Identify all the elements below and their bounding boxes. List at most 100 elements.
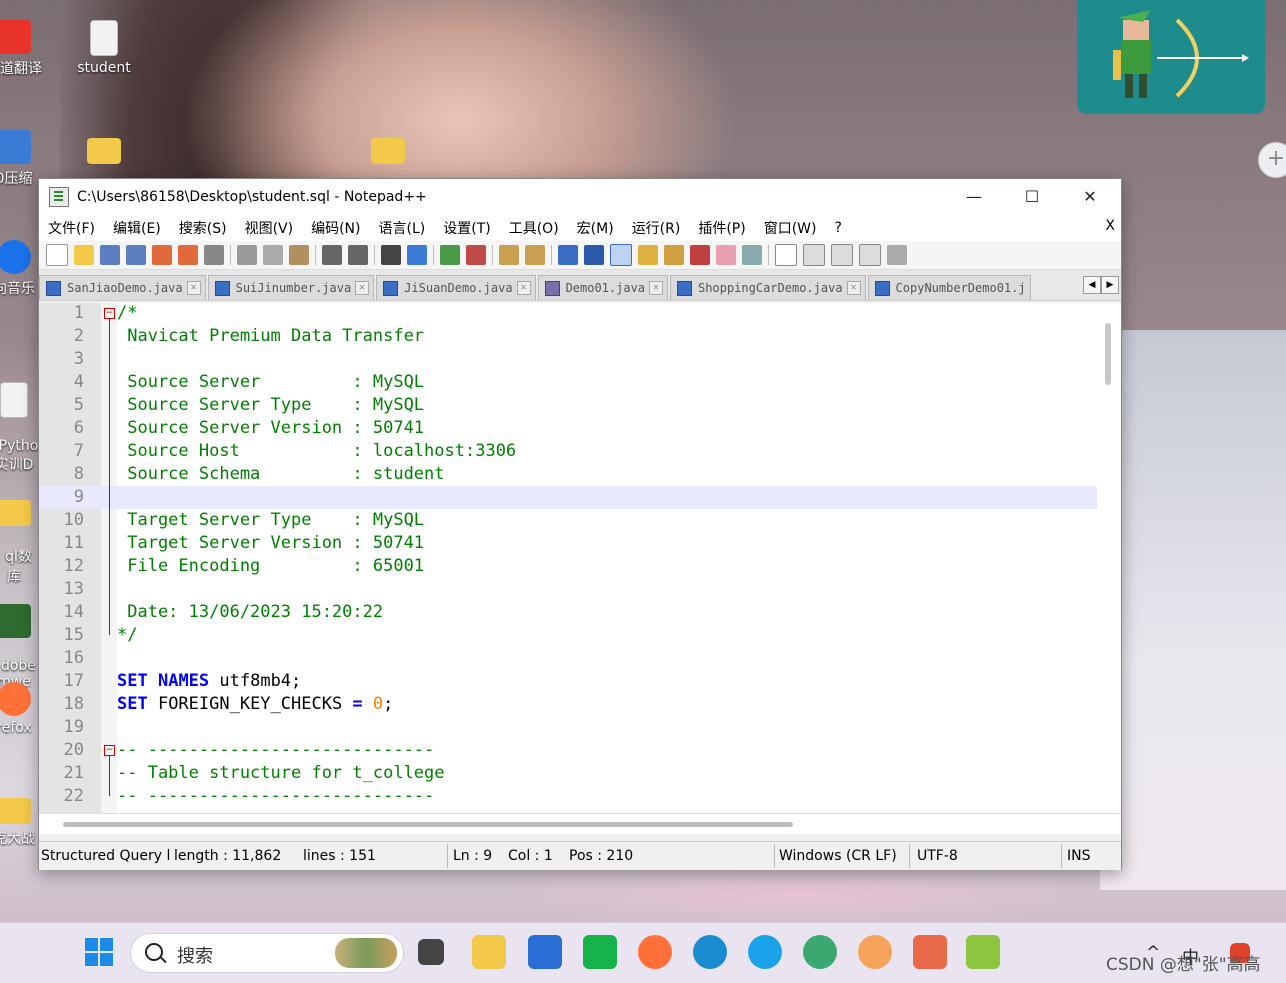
- menu-macro[interactable]: 宏(M): [577, 218, 614, 238]
- menu-edit[interactable]: 编辑(E): [113, 218, 161, 238]
- copy-icon[interactable]: [263, 245, 283, 265]
- document-map-icon[interactable]: [664, 245, 684, 265]
- run-macro-multiple-icon[interactable]: [859, 244, 881, 266]
- code-line[interactable]: 9: [39, 486, 1097, 509]
- tab-copynumberdemo01[interactable]: CopyNumberDemo01.j: [867, 275, 1031, 300]
- tab-scroll-left-button[interactable]: ◀: [1083, 276, 1101, 294]
- save-icon[interactable]: [100, 245, 120, 265]
- save-all-icon[interactable]: [126, 245, 146, 265]
- print-icon[interactable]: [204, 245, 224, 265]
- taskbar-search-box[interactable]: 搜索: [130, 933, 404, 973]
- code-line[interactable]: 16: [39, 647, 1097, 670]
- play-macro-icon[interactable]: [831, 244, 853, 266]
- code-line[interactable]: 14 Date: 13/06/2023 15:20:22: [39, 601, 1097, 624]
- stop-macro-icon[interactable]: [803, 244, 825, 266]
- code-line[interactable]: 20 -- ----------------------------: [39, 739, 1097, 762]
- horizontal-scroll-thumb[interactable]: [63, 822, 793, 827]
- code-line[interactable]: 7 Source Host : localhost:3306: [39, 440, 1097, 463]
- word-wrap-icon[interactable]: [558, 245, 578, 265]
- close-document-button[interactable]: X: [1105, 218, 1115, 234]
- edge-icon[interactable]: [693, 935, 727, 969]
- close-all-icon[interactable]: [178, 245, 198, 265]
- code-line[interactable]: 3: [39, 348, 1097, 371]
- code-line[interactable]: 5 Source Server Type : MySQL: [39, 394, 1097, 417]
- start-windows-icon[interactable]: [82, 935, 116, 969]
- wechat-store-icon[interactable]: [583, 935, 617, 969]
- code-line[interactable]: 8 Source Schema : student: [39, 463, 1097, 486]
- sync-vertical-icon[interactable]: [499, 245, 519, 265]
- open-file-icon[interactable]: [74, 245, 94, 265]
- code-editor[interactable]: 1/* 2 Navicat Premium Data Transfer 3 4 Sou…: [39, 303, 1121, 813]
- show-all-chars-icon[interactable]: [584, 245, 604, 265]
- tab-close-icon[interactable]: ✕: [186, 281, 201, 295]
- code-line[interactable]: 11 Target Server Version : 50741: [39, 532, 1097, 555]
- ie-icon[interactable]: [748, 935, 782, 969]
- language-icon[interactable]: [638, 245, 658, 265]
- zoom-out-icon[interactable]: [466, 245, 486, 265]
- menu-window[interactable]: 窗口(W): [764, 218, 817, 238]
- tab-close-icon[interactable]: ✕: [355, 281, 370, 295]
- code-line[interactable]: 21 -- Table structure for t_college: [39, 762, 1097, 785]
- tab-close-icon[interactable]: ✕: [649, 281, 664, 295]
- code-line[interactable]: 2 Navicat Premium Data Transfer: [39, 325, 1097, 348]
- vertical-scrollbar[interactable]: [1097, 303, 1121, 813]
- close-file-icon[interactable]: [152, 245, 172, 265]
- tab-shoppingcardemo[interactable]: ShoppingCarDemo.java ✕: [670, 275, 866, 300]
- find-icon[interactable]: [381, 245, 401, 265]
- snipping-tool-icon[interactable]: [913, 935, 947, 969]
- code-line[interactable]: 22 -- ----------------------------: [39, 785, 1097, 808]
- save-macro-icon[interactable]: [887, 245, 907, 265]
- menu-view[interactable]: 视图(V): [245, 218, 294, 238]
- archer-game-widget[interactable]: [1077, 0, 1265, 114]
- task-view-icon[interactable]: [418, 939, 444, 965]
- menu-file[interactable]: 文件(F): [48, 218, 95, 238]
- menu-language[interactable]: 语言(L): [379, 218, 426, 238]
- vertical-scroll-thumb[interactable]: [1105, 323, 1111, 385]
- redo-icon[interactable]: [348, 245, 368, 265]
- tab-scroll-right-button[interactable]: ▶: [1101, 276, 1119, 294]
- sync-horizontal-icon[interactable]: [525, 245, 545, 265]
- menu-encoding[interactable]: 编码(N): [311, 218, 360, 238]
- undo-icon[interactable]: [322, 245, 342, 265]
- tab-close-icon[interactable]: ✕: [516, 281, 531, 295]
- monitoring-icon[interactable]: [742, 245, 762, 265]
- close-button[interactable]: ✕: [1061, 179, 1119, 215]
- add-widget-button[interactable]: +: [1258, 142, 1286, 178]
- tab-suijinumber[interactable]: SuiJinumber.java ✕: [207, 275, 375, 300]
- menu-help[interactable]: ?: [835, 220, 842, 236]
- indent-guide-icon[interactable]: [610, 244, 632, 266]
- function-list-icon[interactable]: [690, 245, 710, 265]
- firefox-icon[interactable]: [638, 935, 672, 969]
- code-line[interactable]: 13: [39, 578, 1097, 601]
- menu-run[interactable]: 运行(R): [632, 218, 681, 238]
- new-file-icon[interactable]: [46, 244, 68, 266]
- file-explorer-icon[interactable]: [472, 935, 506, 969]
- code-line[interactable]: 15 */: [39, 624, 1097, 647]
- title-bar[interactable]: C:\Users\86158\Desktop\student.sql - Not…: [39, 179, 1121, 215]
- code-line[interactable]: 18 SET FOREIGN_KEY_CHECKS = 0;: [39, 693, 1097, 716]
- tab-jisuandemo[interactable]: JiSuanDemo.java ✕: [376, 275, 536, 300]
- tab-close-icon[interactable]: ✕: [846, 281, 861, 295]
- fold-toggle-icon[interactable]: −: [104, 745, 115, 756]
- tab-sanjiaodemo[interactable]: SanJiaoDemo.java ✕: [39, 275, 206, 300]
- code-line[interactable]: 6 Source Server Version : 50741: [39, 417, 1097, 440]
- desktop-icon-student[interactable]: student: [64, 20, 144, 76]
- folder-workspace-icon[interactable]: [716, 245, 736, 265]
- code-line[interactable]: 12 File Encoding : 65001: [39, 555, 1097, 578]
- menu-search[interactable]: 搜索(S): [179, 218, 227, 238]
- record-macro-icon[interactable]: [775, 244, 797, 266]
- menu-plugins[interactable]: 插件(P): [698, 218, 745, 238]
- code-line[interactable]: 19: [39, 716, 1097, 739]
- code-line[interactable]: 10 Target Server Type : MySQL: [39, 509, 1097, 532]
- photos-icon[interactable]: [858, 935, 892, 969]
- maximize-button[interactable]: ☐: [1003, 179, 1061, 215]
- minimize-button[interactable]: —: [945, 179, 1003, 215]
- code-line[interactable]: 1 /*: [39, 303, 1097, 325]
- horizontal-scrollbar[interactable]: [39, 813, 1121, 834]
- desktop-icon-youdao[interactable]: 有道翻译: [0, 20, 54, 78]
- cut-icon[interactable]: [237, 245, 257, 265]
- desktop-icon-folder-2[interactable]: [348, 130, 428, 168]
- zoom-in-icon[interactable]: [440, 245, 460, 265]
- replace-icon[interactable]: [407, 245, 427, 265]
- paste-icon[interactable]: [289, 245, 309, 265]
